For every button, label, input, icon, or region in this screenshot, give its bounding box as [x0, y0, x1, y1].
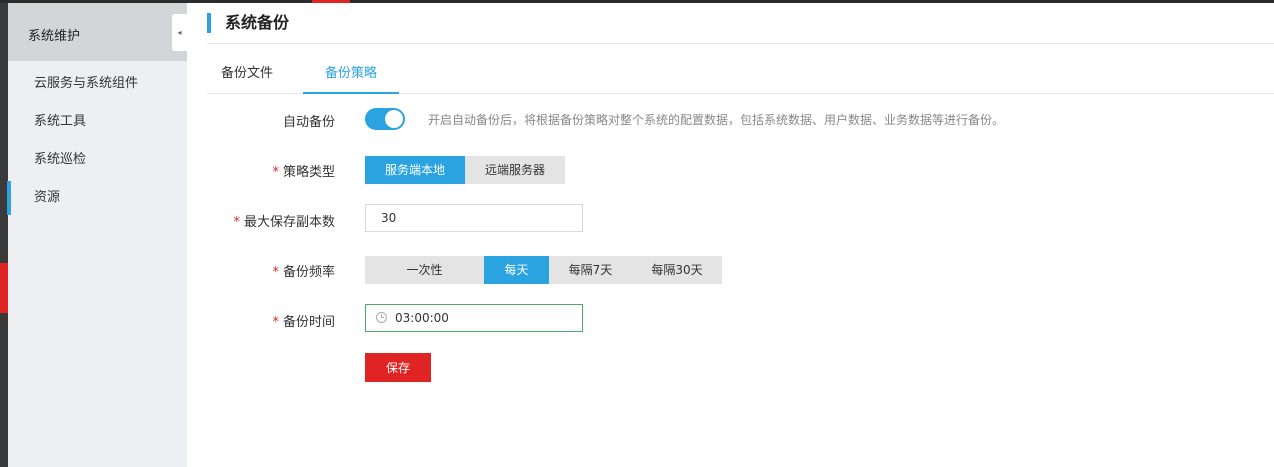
sidebar: 系统维护 ◂ 云服务与系统组件 系统工具 系统巡检 资源 — [7, 3, 187, 467]
required-mark: * — [272, 265, 279, 280]
clock-icon — [376, 312, 387, 323]
sidebar-item-resources[interactable]: 资源 — [7, 179, 187, 217]
tab-bar: 备份文件 备份策略 — [207, 55, 1274, 94]
strategy-option-local[interactable]: 服务端本地 — [365, 156, 465, 184]
sidebar-item-system-tools[interactable]: 系统工具 — [8, 103, 187, 141]
frequency-option-7days[interactable]: 每隔7天 — [549, 256, 632, 284]
frequency-option-daily[interactable]: 每天 — [484, 256, 549, 284]
backup-time-label: * 备份时间 — [272, 315, 335, 330]
frequency-label: * 备份频率 — [272, 265, 335, 280]
frequency-option-once[interactable]: 一次性 — [365, 256, 484, 284]
sidebar-item-label: 云服务与系统组件 — [34, 76, 139, 91]
frequency-option-30days[interactable]: 每隔30天 — [632, 256, 722, 284]
sidebar-item-system-inspection[interactable]: 系统巡检 — [8, 141, 187, 179]
required-mark: * — [272, 165, 279, 180]
strategy-type-selector: 服务端本地 远端服务器 — [365, 156, 565, 184]
main-content: 系统备份 备份文件 备份策略 自动备份 开启自动备份后，将根据备份策略对整个系统… — [187, 3, 1274, 467]
page-title: 系统备份 — [207, 13, 289, 33]
chevron-left-icon: ◂ — [177, 28, 182, 37]
backup-time-value: 03:00:00 — [395, 311, 449, 325]
backup-time-input[interactable]: 03:00:00 — [365, 304, 583, 332]
sidebar-item-label: 系统巡检 — [34, 152, 87, 167]
sidebar-menu: 云服务与系统组件 系统工具 系统巡检 资源 — [7, 65, 187, 217]
sidebar-item-label: 资源 — [34, 190, 61, 205]
frequency-selector: 一次性 每天 每隔7天 每隔30天 — [365, 256, 722, 284]
title-divider — [207, 43, 1274, 44]
strategy-option-remote[interactable]: 远端服务器 — [465, 156, 565, 184]
tab-backup-policy[interactable]: 备份策略 — [303, 55, 399, 94]
strategy-type-label: * 策略类型 — [272, 165, 335, 180]
sidebar-header: 系统维护 — [8, 3, 187, 61]
tab-backup-files[interactable]: 备份文件 — [207, 55, 287, 92]
max-copies-label: * 最大保存副本数 — [233, 215, 335, 230]
sidebar-item-label: 系统工具 — [34, 114, 87, 129]
required-mark: * — [272, 315, 279, 330]
auto-backup-label: 自动备份 — [282, 115, 335, 130]
save-button[interactable]: 保存 — [365, 353, 431, 382]
toggle-knob — [385, 110, 403, 128]
sidebar-item-cloud-services[interactable]: 云服务与系统组件 — [8, 65, 187, 103]
left-rail-marker — [0, 263, 8, 313]
collapse-sidebar-button[interactable]: ◂ — [172, 14, 187, 51]
required-mark: * — [233, 215, 240, 230]
auto-backup-hint: 开启自动备份后，将根据备份策略对整个系统的配置数据，包括系统数据、用户数据、业务… — [428, 113, 1005, 127]
left-rail — [0, 3, 8, 467]
sidebar-title: 系统维护 — [28, 29, 81, 44]
max-copies-input[interactable]: 30 — [365, 204, 583, 232]
auto-backup-toggle[interactable] — [365, 108, 405, 130]
